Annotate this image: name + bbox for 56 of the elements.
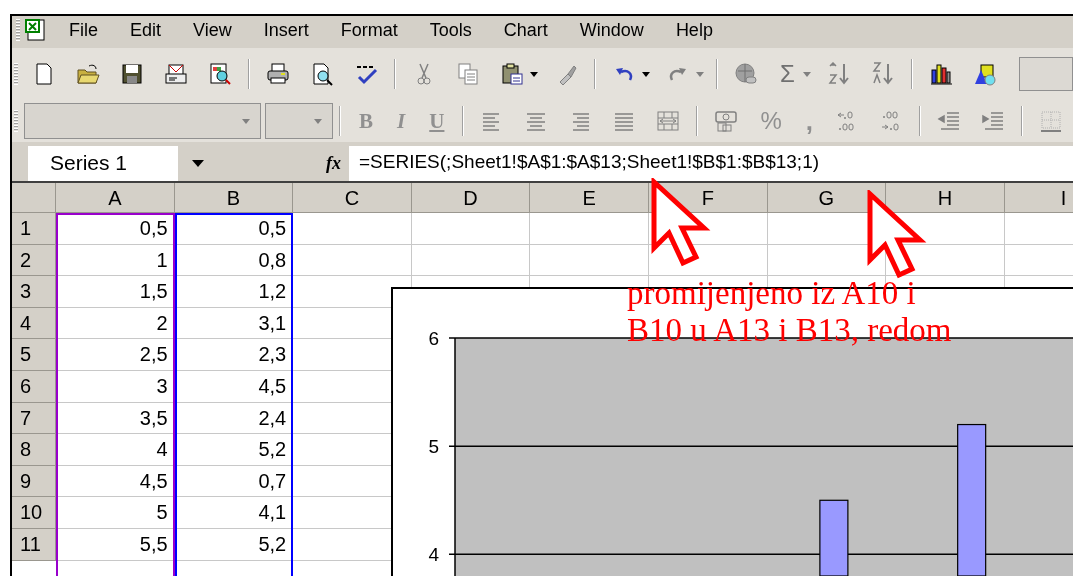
row-header[interactable]: 11 <box>12 528 56 561</box>
formula-field[interactable]: =SERIES(;Sheet1!$A$1:$A$13;Sheet1!$B$1:$B$13;1) <box>349 146 1073 181</box>
table-cell: 1,2 <box>174 276 294 308</box>
menu-item[interactable]: Insert <box>260 19 312 41</box>
table-cell: 0,7 <box>174 465 294 498</box>
function-label[interactable]: fx <box>326 153 341 174</box>
column-header[interactable]: H <box>886 183 1005 213</box>
row-header[interactable]: 4 <box>12 307 56 340</box>
table-cell: 3,1 <box>174 307 294 340</box>
table-cell: 0,5 <box>174 213 294 245</box>
table-cell: 4,5 <box>56 465 175 498</box>
column-header[interactable]: E <box>530 183 649 213</box>
row-header[interactable]: 3 <box>12 276 56 308</box>
column-header[interactable]: A <box>56 183 175 213</box>
autosum-button[interactable]: Σ <box>772 60 803 88</box>
column-header[interactable]: D <box>411 183 531 213</box>
column-header[interactable]: I <box>1004 183 1073 213</box>
table-cell: 5 <box>56 497 175 529</box>
menu-item[interactable]: Window <box>576 19 647 41</box>
column-header[interactable]: C <box>293 183 412 213</box>
name-box[interactable]: Series 1 <box>28 146 178 181</box>
table-cell: 5,2 <box>174 434 294 466</box>
column-header[interactable]: B <box>174 183 294 213</box>
table-cell: 4,1 <box>174 497 294 529</box>
menu-item[interactable]: Help <box>672 19 716 41</box>
menu-item[interactable]: Edit <box>127 19 165 41</box>
table-cell: 1,5 <box>56 276 175 308</box>
table-cell: 1 <box>56 244 175 277</box>
table-cell: 2,5 <box>56 339 175 371</box>
row-header[interactable]: 2 <box>12 244 56 277</box>
menu-item[interactable]: View <box>190 19 235 41</box>
row-header[interactable]: 10 <box>12 497 56 529</box>
row-header[interactable]: 7 <box>12 402 56 435</box>
row-header[interactable]: 8 <box>12 434 56 466</box>
row-header[interactable]: 5 <box>12 339 56 371</box>
table-cell: 5,2 <box>174 528 294 561</box>
axis-tick-label: 6 <box>428 328 439 349</box>
menu-item[interactable]: Chart <box>500 19 551 41</box>
row-header[interactable]: 9 <box>12 465 56 498</box>
table-cell: 4 <box>56 434 175 466</box>
table-cell: 4,5 <box>174 370 294 403</box>
table-cell: 2,3 <box>174 339 294 371</box>
table-cell: 0,8 <box>174 244 294 277</box>
axis-tick-label: 4 <box>428 544 439 566</box>
menu-item[interactable]: Tools <box>426 19 475 41</box>
table-cell: 5,5 <box>56 528 175 561</box>
table-cell: 0,5 <box>56 213 175 245</box>
table-cell: 3 <box>56 370 175 403</box>
row-header[interactable]: 6 <box>12 370 56 403</box>
menu-item[interactable]: File <box>66 19 101 41</box>
table-cell: 2,4 <box>174 402 294 435</box>
row-header[interactable]: 1 <box>12 213 56 245</box>
table-cell: 2 <box>56 307 175 340</box>
menu-item[interactable]: Format <box>337 19 401 41</box>
axis-tick-label: 5 <box>428 436 439 458</box>
table-cell: 3,5 <box>56 402 175 435</box>
